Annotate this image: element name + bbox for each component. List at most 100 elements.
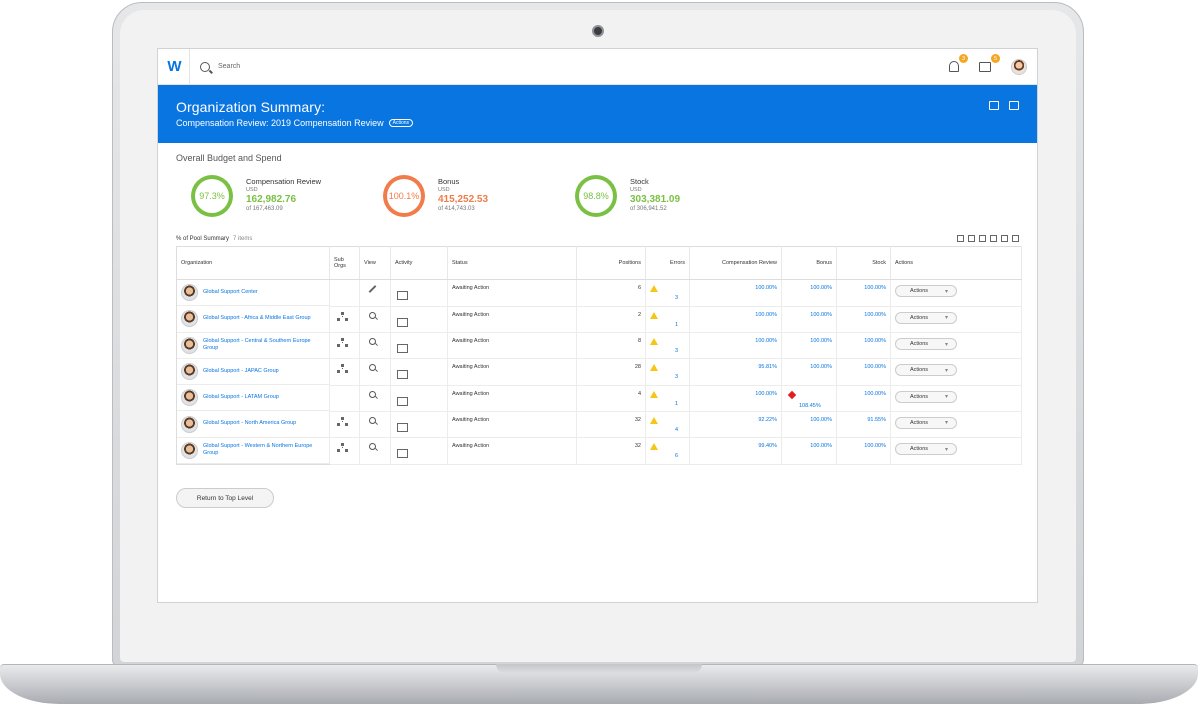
export-icon[interactable] <box>989 101 999 110</box>
col-positions[interactable]: Positions <box>576 246 646 280</box>
org-link[interactable]: Global Support Center <box>203 289 258 297</box>
budget-card-bonus: 100.1% Bonus USD 415,252.53 of 414,743.0… <box>383 175 575 217</box>
comp-cell[interactable]: 99.40% <box>689 437 782 466</box>
org-link[interactable]: Global Support - Central & Southern Euro… <box>203 338 325 353</box>
comment-icon[interactable] <box>397 344 408 354</box>
excel-icon[interactable] <box>957 235 964 242</box>
stock-cell[interactable]: 100.00% <box>836 306 891 334</box>
row-actions-button[interactable]: Actions <box>895 443 957 456</box>
row-actions-button[interactable]: Actions <box>895 311 957 324</box>
comp-cell[interactable]: 95.81% <box>689 358 782 386</box>
view-search-icon[interactable] <box>369 364 376 372</box>
edit-icon[interactable] <box>368 285 377 293</box>
stock-cell[interactable]: 100.00% <box>836 358 891 386</box>
col-actions[interactable]: Actions <box>890 246 1022 280</box>
col-activity[interactable]: Activity <box>390 246 448 280</box>
errors-count[interactable]: 6 <box>675 453 678 459</box>
compensation-percent: 97.3% <box>199 191 225 201</box>
user-avatar[interactable] <box>1011 59 1027 75</box>
comp-cell[interactable]: 100.00% <box>689 306 782 334</box>
org-chart-icon[interactable] <box>336 416 348 426</box>
org-chart-icon[interactable] <box>336 338 348 348</box>
chart-icon[interactable] <box>990 235 997 242</box>
col-errors[interactable]: Errors <box>645 246 690 280</box>
comment-icon[interactable] <box>397 422 408 432</box>
filter-icon[interactable] <box>979 235 986 242</box>
bonus-cell[interactable]: 100.00% <box>781 279 837 307</box>
row-actions-button[interactable]: Actions <box>895 416 957 429</box>
org-link[interactable]: Global Support - Africa & Middle East Gr… <box>203 315 311 323</box>
errors-count[interactable]: 3 <box>675 295 678 301</box>
comp-cell[interactable]: 100.00% <box>689 332 782 360</box>
search-bar[interactable]: Search <box>200 61 240 72</box>
header-actions-button[interactable]: Actions <box>388 119 414 127</box>
pool-title-text: % of Pool Summary <box>176 235 230 242</box>
bonus-cell[interactable]: 100.00% <box>781 332 837 360</box>
comment-icon[interactable] <box>397 317 408 327</box>
stock-cell[interactable]: 100.00% <box>836 332 891 360</box>
org-link[interactable]: Global Support - North America Group <box>203 420 296 428</box>
warning-icon <box>650 390 658 398</box>
pdf-icon[interactable] <box>968 235 975 242</box>
col-bonus[interactable]: Bonus <box>781 246 837 280</box>
col-status[interactable]: Status <box>447 246 577 280</box>
col-compensation[interactable]: Compensation Review <box>689 246 782 280</box>
view-search-icon[interactable] <box>369 390 376 398</box>
comment-icon[interactable] <box>397 370 408 380</box>
org-link[interactable]: Global Support - LATAM Group <box>203 394 279 402</box>
org-chart-icon[interactable] <box>336 311 348 321</box>
bonus-cell[interactable]: 100.00% <box>781 358 837 386</box>
camera-icon <box>592 25 604 37</box>
org-chart-icon[interactable] <box>336 364 348 374</box>
comp-cell[interactable]: 92.22% <box>689 411 782 439</box>
search-input[interactable]: Search <box>218 63 240 70</box>
positions-cell: 4 <box>576 385 646 412</box>
view-search-icon[interactable] <box>369 338 376 346</box>
row-actions-button[interactable]: Actions <box>895 338 957 351</box>
errors-count[interactable]: 1 <box>675 401 678 407</box>
row-actions-button[interactable]: Actions <box>895 390 957 403</box>
fullscreen-icon[interactable] <box>1012 235 1019 242</box>
comment-icon[interactable] <box>397 396 408 406</box>
activity-cell <box>390 437 448 466</box>
col-stock[interactable]: Stock <box>836 246 891 280</box>
org-link[interactable]: Global Support - Western & Northern Euro… <box>203 443 325 458</box>
org-chart-icon[interactable] <box>336 443 348 453</box>
bonus-cell[interactable]: 100.00% <box>781 411 837 439</box>
col-organization[interactable]: Organization <box>176 246 330 280</box>
org-link[interactable]: Global Support - JAPAC Group <box>203 368 279 376</box>
notifications-button[interactable]: 3 <box>947 54 968 74</box>
table-tools <box>957 235 1019 242</box>
errors-count[interactable]: 3 <box>675 348 678 354</box>
col-view[interactable]: View <box>359 246 391 280</box>
pool-table: Organization Sub Orgs View Activity Stat… <box>176 246 1022 466</box>
row-actions-button[interactable]: Actions <box>895 364 957 377</box>
errors-count[interactable]: 4 <box>675 427 678 433</box>
view-search-icon[interactable] <box>369 416 376 424</box>
col-sub-orgs[interactable]: Sub Orgs <box>329 246 360 280</box>
stock-cell[interactable]: 91.55% <box>836 411 891 439</box>
columns-icon[interactable] <box>1001 235 1008 242</box>
inbox-button[interactable]: 5 <box>979 54 1000 74</box>
comment-icon[interactable] <box>397 449 408 459</box>
bonus-cell[interactable]: 100.00% <box>781 437 837 466</box>
row-actions-button[interactable]: Actions <box>895 285 957 297</box>
errors-count[interactable]: 3 <box>675 374 678 380</box>
view-search-icon[interactable] <box>369 443 376 451</box>
stock-cell[interactable]: 100.00% <box>836 437 891 466</box>
workday-logo[interactable]: W <box>160 49 190 85</box>
comp-cell[interactable]: 100.00% <box>689 279 782 307</box>
stock-cell[interactable]: 100.00% <box>836 385 891 412</box>
errors-count[interactable]: 1 <box>675 322 678 328</box>
comp-cell[interactable]: 100.00% <box>689 385 782 412</box>
org-cell: Global Support - JAPAC Group <box>177 358 330 386</box>
positions-cell: 8 <box>576 332 646 360</box>
comment-icon[interactable] <box>397 291 408 300</box>
bonus-title: Bonus <box>438 177 460 186</box>
print-icon[interactable] <box>1009 101 1019 110</box>
bonus-value[interactable]: 108.45% <box>799 403 821 409</box>
view-search-icon[interactable] <box>369 311 376 319</box>
return-to-top-button[interactable]: Return to Top Level <box>176 488 274 509</box>
bonus-cell[interactable]: 100.00% <box>781 306 837 334</box>
stock-cell[interactable]: 100.00% <box>836 279 891 307</box>
